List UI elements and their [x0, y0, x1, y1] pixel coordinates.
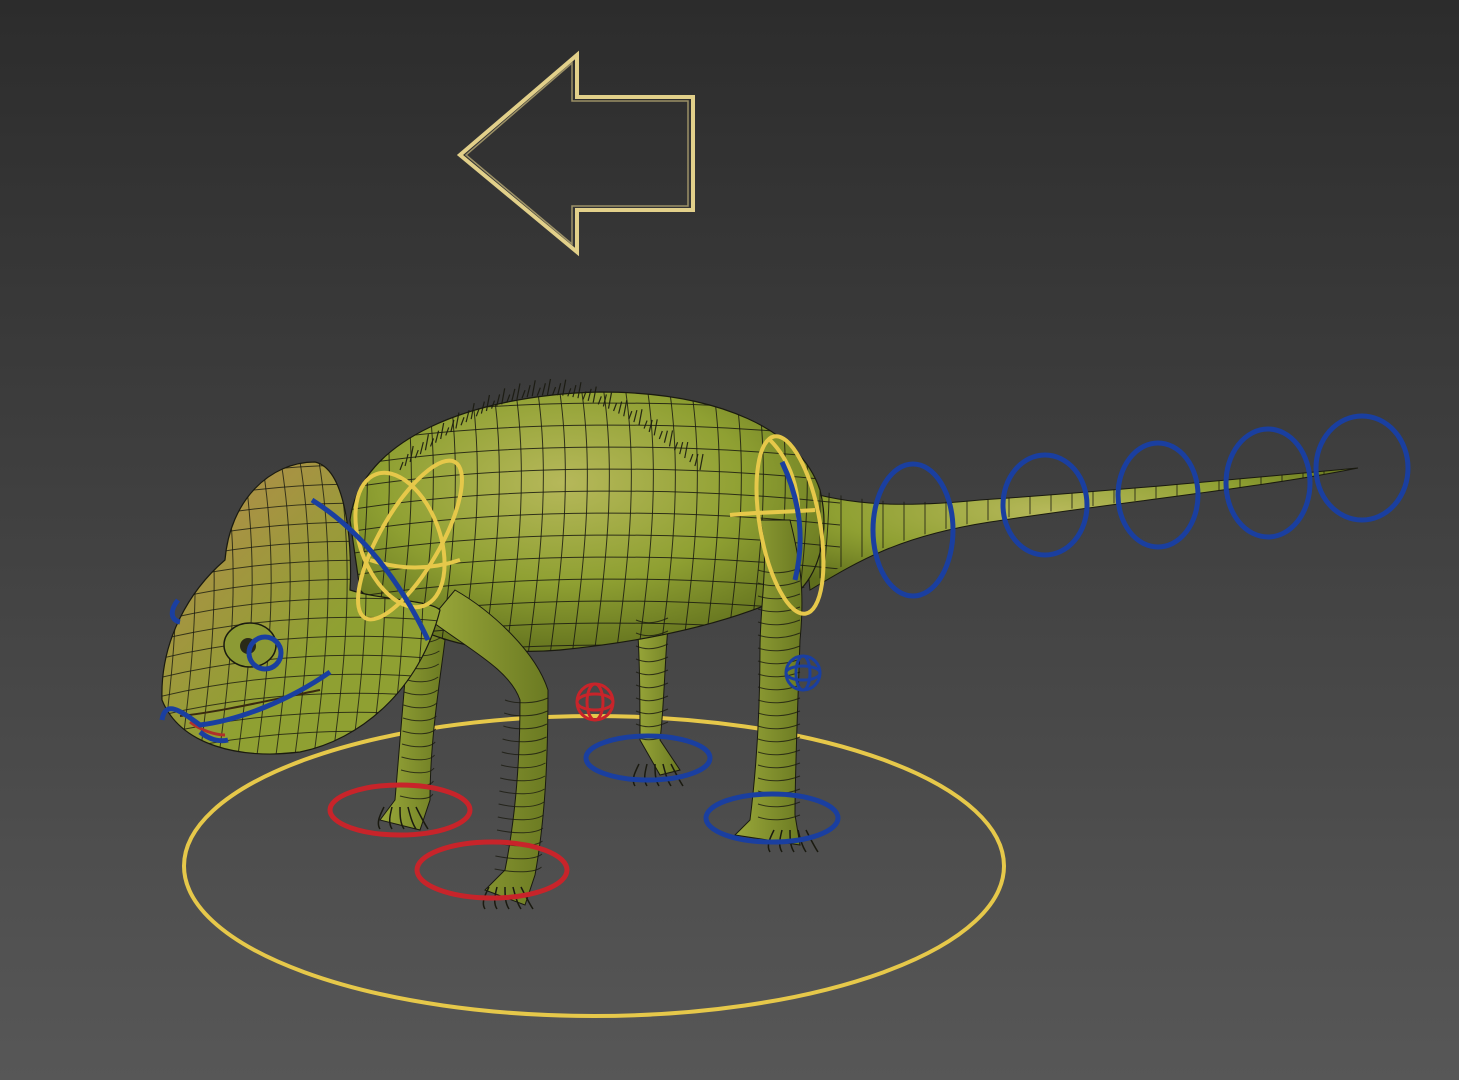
viewport-scene[interactable]	[0, 0, 1459, 1080]
3d-viewport[interactable]	[0, 0, 1459, 1080]
